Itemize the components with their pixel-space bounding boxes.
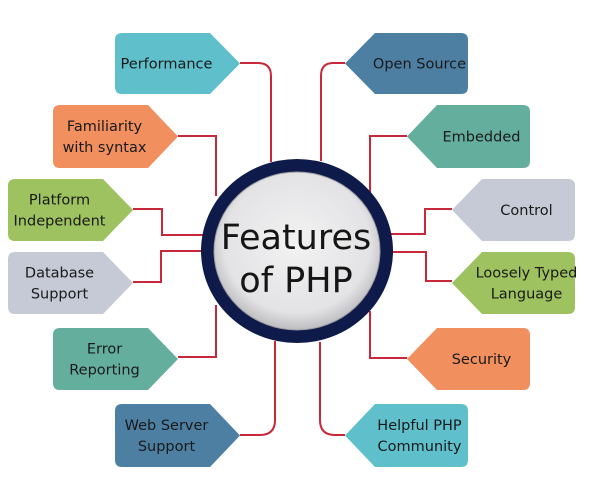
feature-shape-helpful-php-community bbox=[345, 404, 468, 467]
feature-node-performance: Performance bbox=[115, 33, 240, 94]
feature-label-loosely-typed-language-line-1: Loosely Typed bbox=[476, 266, 578, 282]
connector-security bbox=[369, 311, 407, 359]
connector-control bbox=[391, 208, 452, 235]
feature-shape-familiarity-with-syntax bbox=[53, 105, 178, 168]
center-title-line-1: Features bbox=[221, 218, 372, 258]
feature-label-familiarity-with-syntax-line-2: with syntax bbox=[63, 140, 147, 156]
feature-label-platform-independent-line-1: Platform bbox=[29, 193, 90, 209]
connector-platform-independent bbox=[133, 208, 203, 236]
feature-label-loosely-typed-language-line-2: Language bbox=[491, 287, 563, 303]
feature-label-embedded-line-1: Embedded bbox=[443, 130, 521, 146]
connector-web-server-support bbox=[240, 341, 276, 436]
center-hub: Features of PHP bbox=[201, 159, 393, 343]
feature-label-helpful-php-community-line-2: Community bbox=[378, 439, 462, 455]
features-of-php-diagram: Performance Familiarity with syntax Platfor… bbox=[8, 33, 577, 467]
feature-label-web-server-support-line-2: Support bbox=[138, 439, 196, 455]
feature-label-error-reporting-line-1: Error bbox=[87, 342, 122, 358]
feature-node-web-server-support: Web Server Support bbox=[115, 404, 240, 467]
feature-label-security-line-1: Security bbox=[452, 352, 512, 368]
feature-label-platform-independent-line-2: Independent bbox=[14, 214, 106, 230]
feature-node-security: Security bbox=[407, 328, 530, 390]
feature-label-open-source-line-1: Open Source bbox=[373, 57, 466, 73]
center-title-line-2: of PHP bbox=[239, 261, 352, 301]
feature-node-platform-independent: Platform Independent bbox=[8, 179, 133, 241]
feature-node-error-reporting: Error Reporting bbox=[53, 328, 178, 390]
feature-shape-error-reporting bbox=[53, 328, 178, 390]
feature-label-web-server-support-line-1: Web Server bbox=[125, 418, 209, 434]
feature-label-performance-line-1: Performance bbox=[121, 57, 213, 73]
feature-node-embedded: Embedded bbox=[407, 105, 530, 168]
feature-shape-web-server-support bbox=[115, 404, 240, 467]
feature-label-error-reporting-line-2: Reporting bbox=[69, 363, 140, 379]
feature-node-helpful-php-community: Helpful PHP Community bbox=[345, 404, 468, 467]
connector-open-source bbox=[320, 62, 345, 161]
feature-node-loosely-typed-language: Loosely Typed Language bbox=[452, 252, 577, 314]
feature-node-database-support: Database Support bbox=[8, 252, 133, 314]
connector-loosely-typed-language bbox=[392, 251, 452, 282]
feature-label-database-support-line-2: Support bbox=[31, 287, 89, 303]
feature-label-control-line-1: Control bbox=[500, 203, 552, 219]
connector-embedded bbox=[369, 135, 407, 193]
connector-error-reporting bbox=[178, 305, 217, 358]
feature-label-database-support-line-1: Database bbox=[25, 266, 94, 282]
feature-shape-loosely-typed-language bbox=[452, 252, 575, 314]
feature-label-helpful-php-community-line-1: Helpful PHP bbox=[377, 418, 462, 434]
connector-performance bbox=[240, 62, 272, 162]
connector-database-support bbox=[133, 250, 201, 283]
feature-shape-platform-independent bbox=[8, 179, 133, 241]
connector-familiarity-with-syntax bbox=[178, 135, 217, 196]
feature-node-familiarity-with-syntax: Familiarity with syntax bbox=[53, 105, 178, 168]
feature-node-open-source: Open Source bbox=[345, 33, 468, 94]
feature-shape-database-support bbox=[8, 252, 133, 314]
connector-helpful-php-community bbox=[319, 342, 345, 436]
feature-node-control: Control bbox=[452, 179, 575, 241]
feature-label-familiarity-with-syntax-line-1: Familiarity bbox=[67, 119, 143, 135]
